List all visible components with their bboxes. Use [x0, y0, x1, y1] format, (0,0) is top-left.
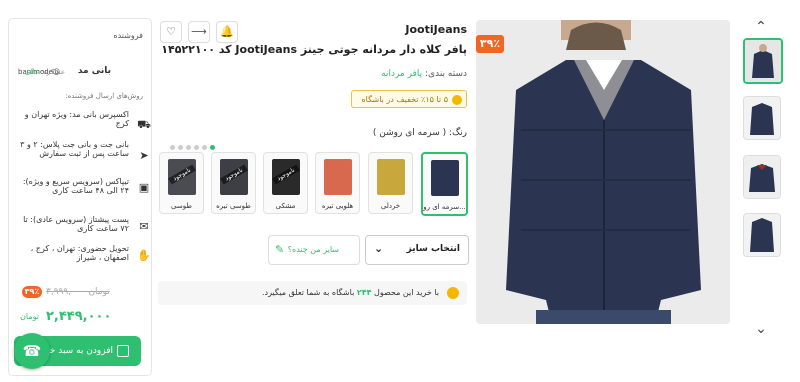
- coin-icon: [452, 95, 462, 105]
- color-swatch[interactable]: ناموجود طوسی: [159, 152, 204, 214]
- shipping-method: بانی جت و بانی جت پلاس: ۲ و ۳ ساعت پس از…: [20, 140, 129, 158]
- headset-icon: ☎: [22, 342, 42, 360]
- color-swatch[interactable]: ناموجود مشکی: [263, 152, 308, 214]
- handover-icon: ✋: [137, 249, 151, 262]
- color-swatch[interactable]: خردلی: [368, 152, 413, 214]
- cart-icon: [117, 345, 129, 357]
- heart-icon: ♡: [166, 25, 176, 38]
- truck-icon: ⛟: [137, 118, 151, 131]
- old-price-unit: تومان: [88, 287, 110, 297]
- performance-line: عملکرد: عالی: [25, 68, 65, 76]
- thumbnails-up-chevron-icon[interactable]: ⌃: [754, 20, 768, 34]
- swatch-image: [324, 159, 352, 195]
- rocket-icon: ➤: [139, 149, 149, 162]
- jacket-thumbnail-image: [744, 214, 780, 256]
- chevron-down-icon: ⌄: [374, 242, 384, 255]
- shipping-method: پست پیشتاز (سرویس عادی): تا ۷۲ ساعت کاری: [23, 215, 129, 233]
- size-select[interactable]: انتخاب سایز ⌄: [365, 235, 469, 265]
- color-swatch[interactable]: ناموجود طوسی تیره: [211, 152, 256, 214]
- bell-icon: 🔔: [220, 25, 234, 38]
- price-discount-badge: ۳۹٪: [22, 286, 42, 298]
- club-discount-badge[interactable]: ۵ تا ۱۵٪ تخفیف در باشگاه: [351, 90, 467, 108]
- thumbnail-4[interactable]: [743, 213, 781, 257]
- swatch-label: طوسی: [171, 202, 192, 210]
- swatch-label: سرمه ای رو...: [423, 203, 466, 211]
- color-label: رنگ:: [449, 128, 467, 138]
- shipping-title: روش‌های ارسال فروشنده:: [65, 92, 143, 100]
- seller-header: فروشنده: [113, 31, 143, 40]
- final-price: ۲,۴۴۹,۰۰۰: [46, 309, 112, 324]
- swatch-label: مشکی: [275, 202, 296, 210]
- carousel-dot[interactable]: [178, 145, 183, 150]
- color-swatch[interactable]: سرمه ای رو...: [421, 152, 468, 216]
- carousel-dot[interactable]: [186, 145, 191, 150]
- product-title: پافر کلاه دار مردانه جوتی جینز JootiJean…: [161, 43, 467, 56]
- jacket-thumbnail-image: [745, 40, 781, 82]
- thumbnail-3[interactable]: [743, 155, 781, 199]
- old-price-value: ۳,۹۹۹,۰۰۰: [46, 287, 86, 297]
- carousel-dot[interactable]: [194, 145, 199, 150]
- swatch-image: [377, 159, 405, 195]
- favorite-button[interactable]: ♡: [160, 21, 182, 43]
- performance-label: عملکرد:: [41, 68, 65, 76]
- discount-badge: ۳۹٪: [476, 35, 504, 53]
- points-suffix: باشگاه به شما تعلق میگیرد.: [261, 288, 355, 297]
- jacket-thumbnail-image: [744, 97, 780, 139]
- shipping-method: اکسپرس بانی مد: ویژه تهران و کرج: [24, 110, 129, 128]
- share-button[interactable]: ⟶: [188, 21, 210, 43]
- color-swatch[interactable]: هلویی تیره: [315, 152, 360, 214]
- carousel-dot[interactable]: [202, 145, 207, 150]
- shipping-method: تحویل حضوری: تهران ، کرج ، اصفهان ، شیرا…: [30, 244, 129, 262]
- swatch-image: [431, 160, 459, 196]
- ruler-icon: ✎: [275, 243, 285, 256]
- color-line: رنگ: ( سرمه ای روشن ): [373, 128, 467, 138]
- box-icon: ▣: [138, 181, 150, 194]
- size-select-label: انتخاب سایز: [406, 244, 460, 254]
- points-prefix: با خرید این محصول: [374, 288, 439, 297]
- support-chat-button[interactable]: ☎: [14, 333, 50, 369]
- seller-name[interactable]: بانی مد: [78, 66, 111, 76]
- size-guide-label: سایز من چنده؟: [287, 245, 339, 254]
- carousel-dot[interactable]: [170, 145, 175, 150]
- carousel-dot-active[interactable]: [210, 145, 215, 150]
- color-value: ( سرمه ای روشن ): [372, 128, 447, 138]
- old-price: ۳,۹۹۹,۰۰۰ تومان: [46, 287, 110, 297]
- category-line: دسته بندی: پافر مردانه: [381, 69, 467, 79]
- notify-button[interactable]: 🔔: [216, 21, 238, 43]
- category-label: دسته بندی:: [425, 69, 467, 79]
- points-count: ۲۴۴: [356, 288, 372, 297]
- size-guide-button[interactable]: سایز من چنده؟ ✎: [268, 235, 360, 265]
- thumbnails-down-chevron-icon[interactable]: ⌄: [754, 322, 768, 336]
- category-link[interactable]: پافر مردانه: [381, 69, 422, 79]
- swatch-label: خردلی: [380, 202, 401, 210]
- swatch-label: هلویی تیره: [321, 202, 354, 210]
- thumbnail-2[interactable]: [743, 96, 781, 140]
- club-points-bar: با خرید این محصول ۲۴۴ باشگاه به شما تعلق…: [158, 281, 467, 305]
- share-icon: ⟶: [191, 25, 207, 38]
- main-product-image[interactable]: [476, 20, 730, 324]
- price-unit: تومان: [20, 312, 39, 321]
- coin-icon: [447, 287, 459, 299]
- brand-name[interactable]: JootiJeans: [405, 23, 467, 36]
- shipping-method: تیپاکس (سرویس سریع و ویژه): ۲۴ الی ۴۸ سا…: [22, 177, 129, 195]
- swatch-label: طوسی تیره: [216, 202, 251, 210]
- jacket-thumbnail-image: [744, 156, 780, 198]
- performance-value: عالی: [24, 68, 40, 76]
- post-icon: ✉: [139, 220, 149, 233]
- club-points-text: با خرید این محصول ۲۴۴ باشگاه به شما تعلق…: [262, 288, 439, 297]
- model-jacket-illustration: [476, 20, 730, 324]
- thumbnail-1[interactable]: [743, 38, 783, 84]
- club-discount-text: ۵ تا ۱۵٪ تخفیف در باشگاه: [361, 95, 448, 104]
